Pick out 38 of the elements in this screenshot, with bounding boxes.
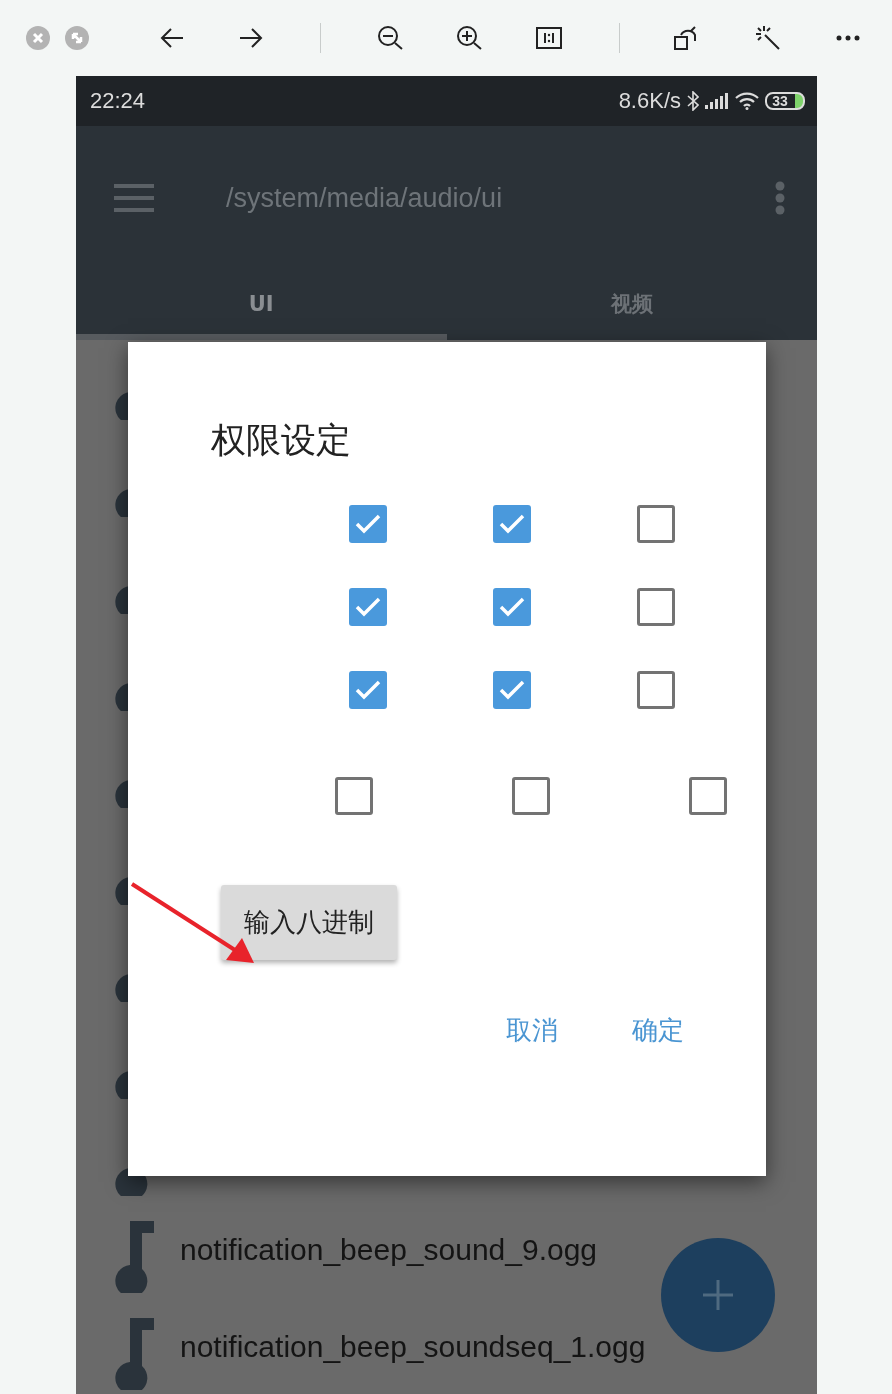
check-icon [355,514,381,534]
battery-indicator: 33 [765,92,805,110]
folder-path: /system/media/audio/ui [226,182,503,214]
checkbox[interactable] [493,588,531,626]
bluetooth-icon [687,91,699,111]
dialog-title: 权限设定 [211,420,352,460]
checkbox[interactable] [335,777,373,815]
checkbox[interactable] [637,588,675,626]
magic-wand-icon[interactable] [755,25,781,51]
check-icon [499,597,525,617]
dialog-action-button[interactable]: 确定 [632,1010,684,1050]
checkbox[interactable] [493,505,531,543]
checkbox[interactable] [349,588,387,626]
checkbox[interactable] [512,777,550,815]
signal-icon [705,93,729,109]
actual-size-icon[interactable] [536,25,562,51]
checkbox[interactable] [689,777,727,815]
network-speed: 8.6K/s [618,88,681,114]
zoom-in-icon[interactable] [456,25,482,51]
wifi-icon [735,92,759,110]
zoom-out-icon[interactable] [377,25,403,51]
checkbox[interactable] [493,671,531,709]
octal-input-button[interactable]: 输入八进制 [221,885,397,960]
check-icon [499,514,525,534]
checkbox[interactable] [349,671,387,709]
dialog-action-button[interactable]: 取消 [506,1010,558,1050]
file-name[interactable]: notification_beep_soundseq_1.ogg [180,1329,646,1364]
check-icon [499,680,525,700]
clock: 22:24 [90,88,146,114]
checkbox[interactable] [637,505,675,543]
checkbox[interactable] [637,671,675,709]
tab[interactable]: 视频 [446,270,817,340]
plus-icon [701,1278,735,1312]
file-name[interactable]: notification_beep_sound_9.ogg [180,1232,598,1267]
rotate-icon[interactable] [673,25,699,51]
check-icon [355,680,381,700]
check-icon [355,597,381,617]
checkbox[interactable] [349,505,387,543]
